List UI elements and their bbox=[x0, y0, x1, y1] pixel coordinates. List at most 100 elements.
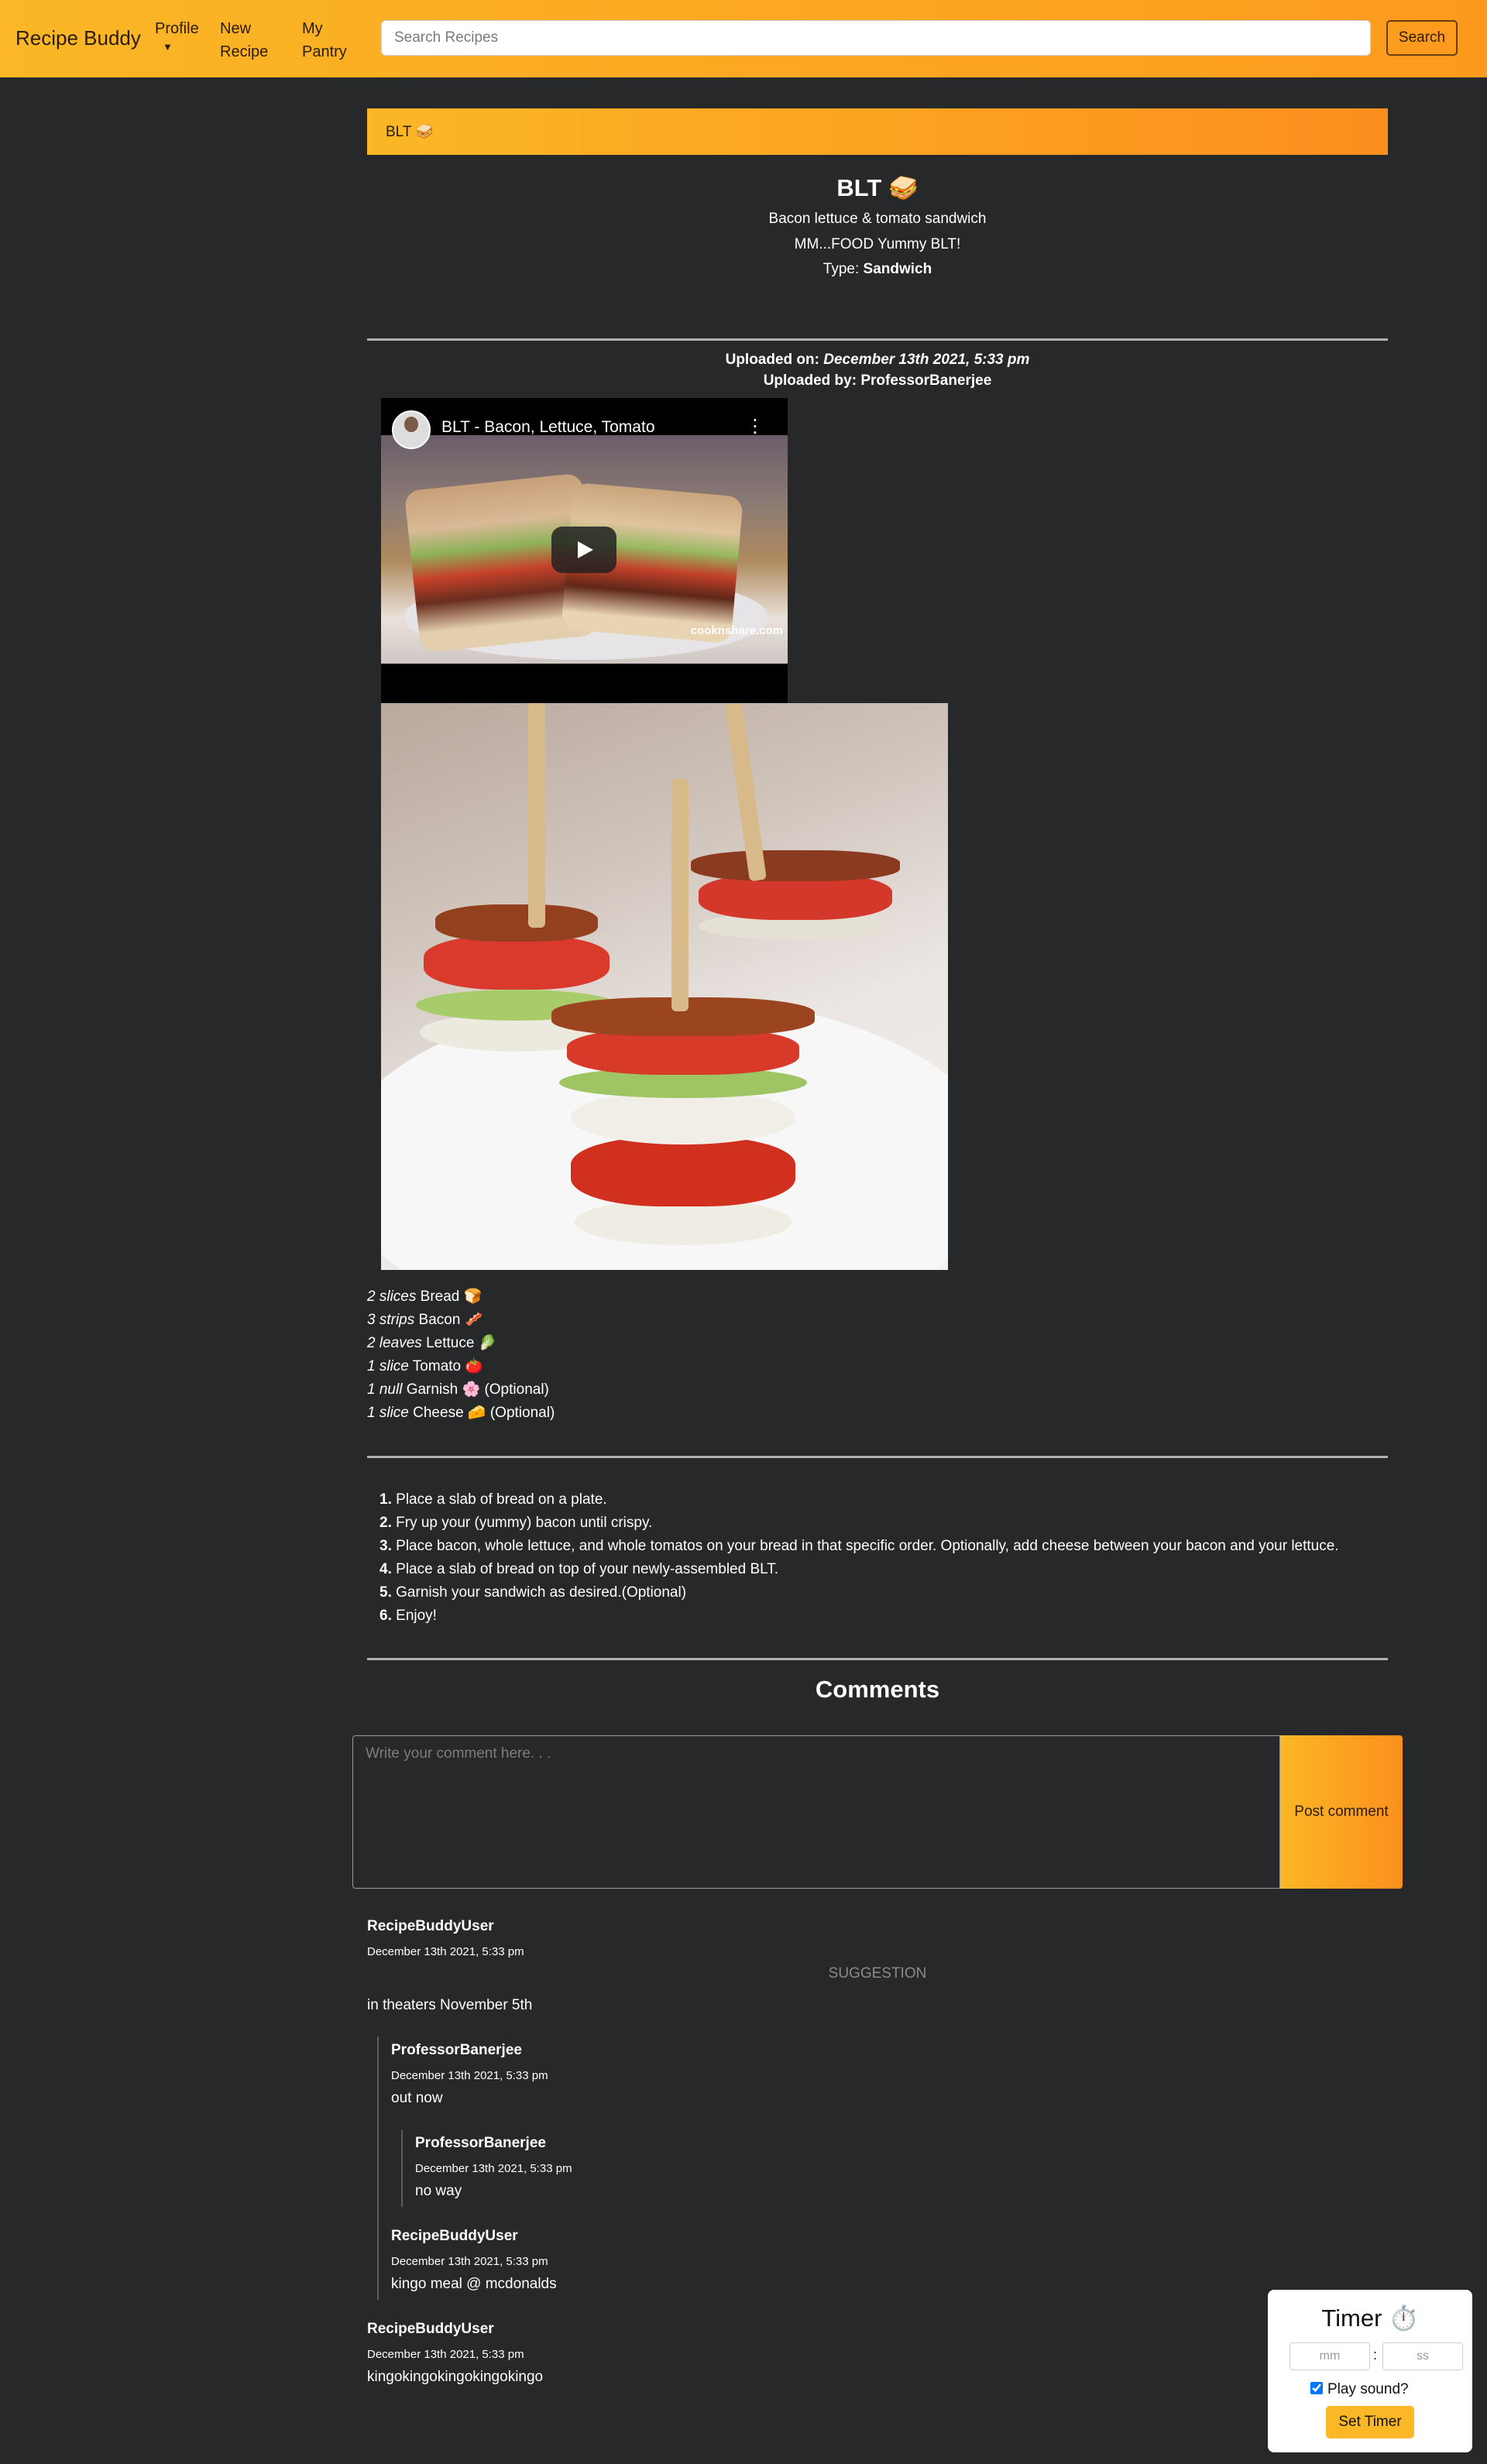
photo-stack-front-tomato-bottom bbox=[571, 1137, 795, 1206]
video-title[interactable]: BLT - Bacon, Lettuce, Tomato bbox=[441, 418, 655, 437]
search-input[interactable] bbox=[381, 20, 1371, 56]
comment-date: December 13th 2021, 5:33 pm bbox=[415, 2162, 572, 2175]
uploaded-on: Uploaded on: December 13th 2021, 5:33 pm bbox=[367, 352, 1388, 369]
timer-colon: : bbox=[1373, 2347, 1378, 2363]
comment-author[interactable]: ProfessorBanerjee bbox=[391, 2042, 522, 2059]
comment-author[interactable]: RecipeBuddyUser bbox=[367, 2321, 494, 2338]
nav-profile-dropdown[interactable]: Profile ▼ bbox=[155, 17, 199, 54]
photo-pick-left bbox=[528, 703, 545, 928]
step-text: Garnish your sandwich as desired.(Option… bbox=[396, 1584, 687, 1601]
nav-new-recipe-label-2: Recipe bbox=[220, 43, 269, 60]
video-embed[interactable]: cooknshare.com BLT - Bacon, Lettuce, Tom… bbox=[381, 398, 788, 703]
nav-pantry-label-2: Pantry bbox=[302, 43, 347, 60]
recipe-type-label: Type: bbox=[822, 261, 860, 277]
timer-widget: Timer ⏱️ : Play sound? Set Timer bbox=[1268, 2290, 1472, 2452]
ingredient-qty: 1 slice bbox=[367, 1405, 409, 1421]
play-sound-label: Play sound? bbox=[1327, 2381, 1409, 2397]
comment-author[interactable]: RecipeBuddyUser bbox=[391, 2228, 518, 2245]
timer-minutes-input[interactable] bbox=[1290, 2342, 1370, 2370]
comment-text: kingo meal @ mcdonalds bbox=[391, 2276, 557, 2292]
recipe-type-value: Sandwich bbox=[863, 261, 932, 277]
comment-author[interactable]: ProfessorBanerjee bbox=[415, 2135, 546, 2152]
comment-author[interactable]: RecipeBuddyUser bbox=[367, 1918, 494, 1935]
nav-new-recipe-label-1: New bbox=[220, 20, 252, 37]
recipe-breadcrumb: BLT 🥪 bbox=[367, 108, 1388, 155]
direction-step: 1. Place a slab of bread on a plate. bbox=[379, 1488, 1339, 1512]
reply-thread-line bbox=[377, 2037, 379, 2300]
brand-logo-link[interactable]: Recipe Buddy bbox=[15, 26, 141, 50]
reply-thread-line bbox=[401, 2129, 403, 2207]
uploaded-by-label: Uploaded by: bbox=[763, 372, 857, 389]
nav-new-recipe-link[interactable]: New Recipe bbox=[220, 17, 268, 63]
photo-stack-back-right-bacon bbox=[691, 850, 900, 881]
channel-avatar[interactable] bbox=[392, 410, 431, 449]
nav-profile-label: Profile bbox=[155, 20, 199, 37]
ingredient-item: 1 null Garnish 🌸 (Optional) bbox=[367, 1378, 555, 1402]
direction-step: 6. Enjoy! bbox=[379, 1604, 1339, 1628]
comment-date: December 13th 2021, 5:33 pm bbox=[367, 1945, 524, 1958]
direction-step: 5. Garnish your sandwich as desired.(Opt… bbox=[379, 1581, 1339, 1604]
timer-seconds-input[interactable] bbox=[1382, 2342, 1463, 2370]
ingredient-item: 1 slice Cheese 🧀 (Optional) bbox=[367, 1402, 555, 1425]
recipe-tagline: MM...FOOD Yummy BLT! bbox=[794, 236, 961, 252]
timer-title: Timer ⏱️ bbox=[1321, 2304, 1419, 2332]
ingredient-qty: 2 slices bbox=[367, 1289, 417, 1305]
ingredient-name: Cheese 🧀 bbox=[413, 1405, 486, 1421]
step-number: 6. bbox=[379, 1608, 392, 1624]
step-text: Place bacon, whole lettuce, and whole to… bbox=[396, 1538, 1339, 1554]
ingredient-item: 2 slices Bread 🍞 bbox=[367, 1285, 555, 1309]
step-text: Enjoy! bbox=[396, 1608, 437, 1624]
photo-stack-left-tomato bbox=[424, 935, 610, 990]
step-number: 1. bbox=[379, 1491, 392, 1508]
ingredient-qty: 1 slice bbox=[367, 1358, 409, 1374]
comment-tag-badge: SUGGESTION bbox=[828, 1965, 927, 1982]
nav-pantry-label-1: My bbox=[302, 20, 323, 37]
post-comment-button[interactable]: Post comment bbox=[1280, 1735, 1403, 1889]
ingredient-optional: (Optional) bbox=[489, 1405, 555, 1421]
step-number: 5. bbox=[379, 1584, 392, 1601]
more-vertical-icon[interactable]: ⋮ bbox=[746, 415, 764, 438]
direction-step: 4. Place a slab of bread on top of your … bbox=[379, 1558, 1339, 1581]
directions-list: 1. Place a slab of bread on a plate. 2. … bbox=[379, 1488, 1339, 1628]
set-timer-button[interactable]: Set Timer bbox=[1326, 2406, 1414, 2438]
ingredients-list: 2 slices Bread 🍞 3 strips Bacon 🥓 2 leav… bbox=[367, 1285, 555, 1425]
recipe-photo bbox=[381, 703, 948, 1270]
step-number: 2. bbox=[379, 1515, 392, 1531]
comments-heading: Comments bbox=[815, 1676, 940, 1703]
ingredient-item: 3 strips Bacon 🥓 bbox=[367, 1309, 555, 1332]
comment-textarea[interactable] bbox=[352, 1735, 1280, 1889]
ingredient-name: Tomato 🍅 bbox=[412, 1358, 484, 1374]
divider bbox=[367, 1658, 1388, 1660]
uploaded-on-value: December 13th 2021, 5:33 pm bbox=[823, 352, 1030, 368]
video-watermark: cooknshare.com bbox=[690, 624, 783, 637]
play-sound-toggle[interactable]: Play sound? bbox=[1310, 2381, 1409, 2398]
comment-text: out now bbox=[391, 2090, 443, 2106]
photo-stack-left-bacon bbox=[435, 904, 598, 942]
comment-date: December 13th 2021, 5:33 pm bbox=[391, 2069, 548, 2082]
step-text: Place a slab of bread on a plate. bbox=[396, 1491, 607, 1508]
play-button-icon[interactable] bbox=[551, 527, 616, 573]
recipe-description: Bacon lettuce & tomato sandwich bbox=[768, 211, 987, 227]
comment-text: kingokingokingokingokingo bbox=[367, 2369, 544, 2385]
ingredient-qty: 2 leaves bbox=[367, 1335, 422, 1351]
ingredient-name: Bread 🍞 bbox=[420, 1289, 483, 1305]
ingredient-name: Garnish 🌸 bbox=[406, 1381, 481, 1398]
comment-date: December 13th 2021, 5:33 pm bbox=[391, 2255, 548, 2268]
ingredient-item: 1 slice Tomato 🍅 bbox=[367, 1355, 555, 1378]
search-button[interactable]: Search bbox=[1386, 20, 1458, 56]
nav-my-pantry-link[interactable]: My Pantry bbox=[302, 17, 347, 63]
ingredient-item: 2 leaves Lettuce 🥬 bbox=[367, 1332, 555, 1355]
caret-down-icon: ▼ bbox=[163, 41, 173, 53]
photo-pick-front bbox=[671, 779, 689, 1011]
direction-step: 2. Fry up your (yummy) bacon until crisp… bbox=[379, 1512, 1339, 1535]
recipe-type: Type: Sandwich bbox=[367, 261, 1388, 278]
step-text: Place a slab of bread on top of your new… bbox=[396, 1561, 779, 1577]
uploaded-by-value[interactable]: ProfessorBanerjee bbox=[860, 372, 991, 389]
comment-text: no way bbox=[415, 2183, 462, 2199]
play-sound-checkbox[interactable] bbox=[1310, 2382, 1323, 2394]
uploaded-by: Uploaded by: ProfessorBanerjee bbox=[367, 372, 1388, 390]
step-number: 3. bbox=[379, 1538, 392, 1554]
ingredient-name: Lettuce 🥬 bbox=[426, 1335, 497, 1351]
uploaded-on-label: Uploaded on: bbox=[725, 352, 819, 368]
direction-step: 3. Place bacon, whole lettuce, and whole… bbox=[379, 1535, 1339, 1558]
